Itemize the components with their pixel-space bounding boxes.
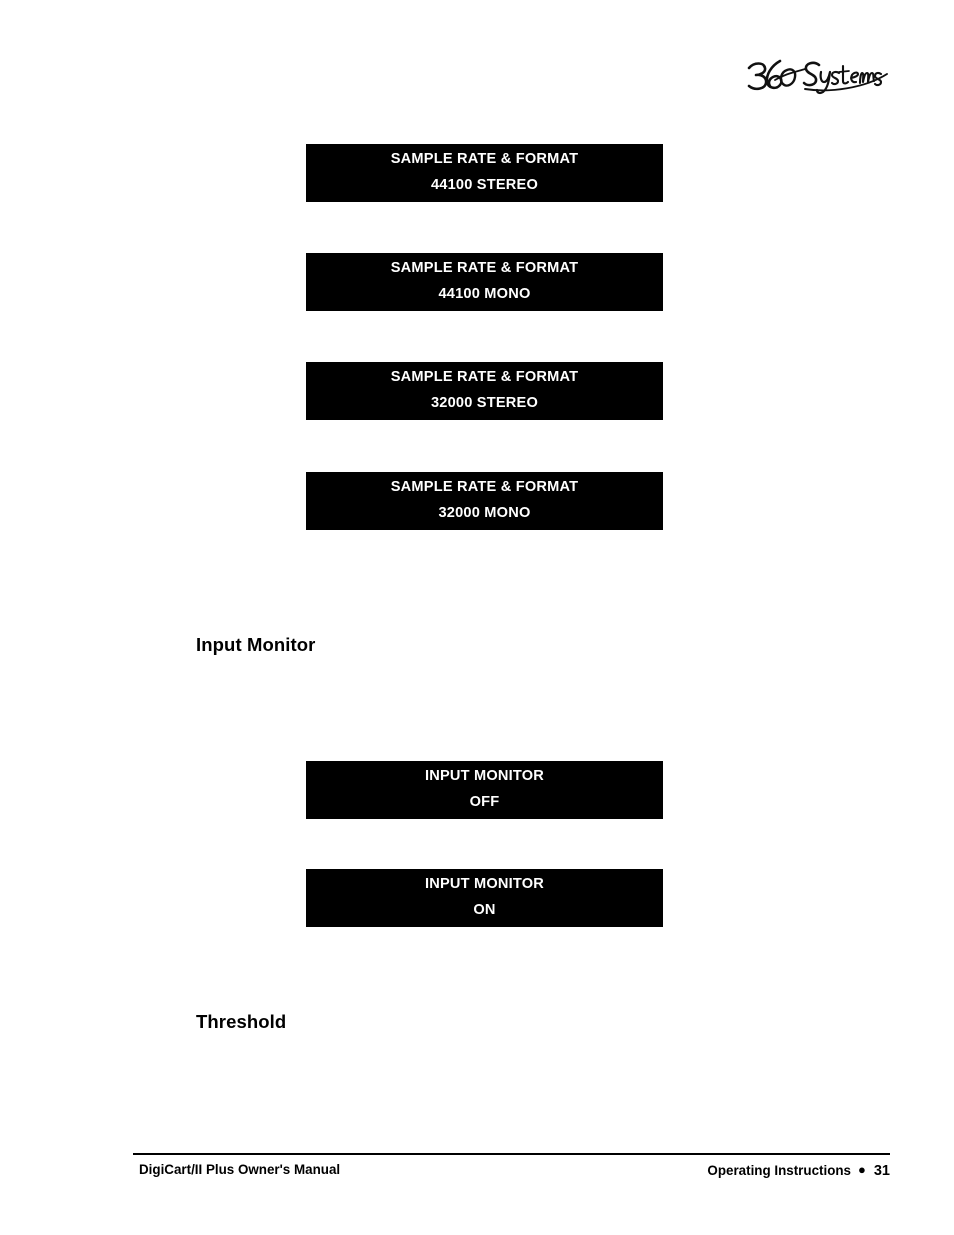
lcd-display-sample-rate-32000-stereo: SAMPLE RATE & FORMAT 32000 STEREO xyxy=(306,362,663,420)
lcd-title: SAMPLE RATE & FORMAT xyxy=(390,260,579,276)
section-heading-input-monitor: Input Monitor xyxy=(196,634,316,655)
footer-page-number: 31 xyxy=(873,1163,890,1179)
lcd-value: OFF xyxy=(469,794,500,810)
footer-divider xyxy=(133,1153,890,1155)
footer-manual-title: DigiCart/II Plus Owner's Manual xyxy=(139,1162,341,1177)
lcd-value: 44100 STEREO xyxy=(430,177,539,193)
lcd-value: 32000 MONO xyxy=(438,505,531,521)
footer-bullet-separator: ● xyxy=(858,1162,866,1177)
lcd-value: ON xyxy=(473,902,496,918)
lcd-value: 32000 STEREO xyxy=(430,395,539,411)
lcd-display-input-monitor-on: INPUT MONITOR ON xyxy=(306,869,663,927)
lcd-title: INPUT MONITOR xyxy=(424,876,545,892)
lcd-title: INPUT MONITOR xyxy=(424,768,545,784)
footer-section-and-page: Operating Instructions ● 31 xyxy=(707,1162,890,1179)
lcd-title: SAMPLE RATE & FORMAT xyxy=(390,479,579,495)
section-heading-threshold: Threshold xyxy=(196,1011,287,1032)
lcd-title: SAMPLE RATE & FORMAT xyxy=(390,151,579,167)
document-page: SAMPLE RATE & FORMAT 44100 STEREO SAMPLE… xyxy=(0,0,954,1235)
lcd-display-sample-rate-32000-mono: SAMPLE RATE & FORMAT 32000 MONO xyxy=(306,472,663,530)
brand-logo-360-systems xyxy=(735,44,895,104)
lcd-title: SAMPLE RATE & FORMAT xyxy=(390,369,579,385)
lcd-display-input-monitor-off: INPUT MONITOR OFF xyxy=(306,761,663,819)
lcd-display-sample-rate-44100-mono: SAMPLE RATE & FORMAT 44100 MONO xyxy=(306,253,663,311)
lcd-display-sample-rate-44100-stereo: SAMPLE RATE & FORMAT 44100 STEREO xyxy=(306,144,663,202)
footer-section-label: Operating Instructions xyxy=(707,1163,851,1178)
lcd-value: 44100 MONO xyxy=(438,286,531,302)
